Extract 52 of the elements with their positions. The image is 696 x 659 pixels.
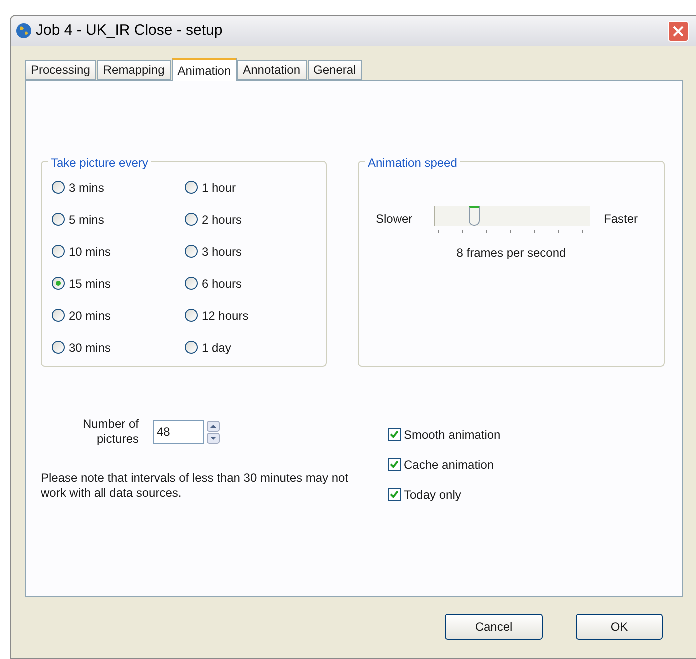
slider-thumb[interactable] <box>468 206 480 226</box>
tab[interactable]: General <box>308 60 362 80</box>
slider-label: Slower <box>376 211 414 228</box>
checkbox-option[interactable]: Today only <box>388 485 501 504</box>
number-label: Number of pictures <box>82 417 139 447</box>
number-field[interactable]: 48 <box>153 420 204 444</box>
radio-option[interactable]: 10 mins <box>52 242 185 261</box>
ok-button[interactable]: OK <box>576 614 663 640</box>
radio-option[interactable]: 5 mins <box>52 210 185 229</box>
radio-option[interactable]: 15 mins <box>52 274 185 293</box>
checkbox[interactable] <box>388 428 401 441</box>
radio-option[interactable]: 6 hours <box>185 274 318 293</box>
radio-option[interactable]: 30 mins <box>52 338 185 357</box>
note-text: Please note that intervals of less than 30 minutes may not work with all data sources. <box>41 471 350 501</box>
radio-button[interactable] <box>52 213 65 226</box>
checkbox[interactable] <box>388 488 401 501</box>
radio-button[interactable] <box>52 309 65 322</box>
tab[interactable]: Annotation <box>237 60 307 80</box>
radio-option[interactable]: 1 day <box>185 338 318 357</box>
radio-button[interactable] <box>185 277 198 290</box>
globe-icon <box>16 23 32 39</box>
slider-label: Faster <box>604 211 638 228</box>
radio-button[interactable] <box>185 245 198 258</box>
spin-up-icon[interactable] <box>207 420 220 432</box>
cancel-button[interactable]: Cancel <box>445 614 543 640</box>
radio-option[interactable]: 3 mins <box>52 178 185 197</box>
tab[interactable]: Animation <box>172 58 238 81</box>
tab[interactable]: Remapping <box>97 60 171 80</box>
radio-button[interactable] <box>185 213 198 226</box>
spin-down-icon[interactable] <box>207 432 220 444</box>
radio-button[interactable] <box>52 277 65 290</box>
close-button[interactable] <box>668 20 689 42</box>
radio-button[interactable] <box>52 181 65 194</box>
close-icon <box>673 26 684 36</box>
radio-button[interactable] <box>52 245 65 258</box>
spinner[interactable] <box>207 420 220 444</box>
tab[interactable]: Processing <box>25 60 96 80</box>
checkbox-option[interactable]: Cache animation <box>388 455 501 474</box>
radio-button[interactable] <box>185 341 198 354</box>
speed-reading: 8 frames per second <box>456 245 566 262</box>
window-title: Job 4 - UK_IR Close - setup <box>36 20 223 41</box>
radio-option[interactable]: 2 hours <box>185 210 318 229</box>
radio-option[interactable]: 3 hours <box>185 242 318 261</box>
radio-button[interactable] <box>52 341 65 354</box>
radio-button[interactable] <box>185 181 198 194</box>
checkbox[interactable] <box>388 458 401 471</box>
radio-option[interactable]: 12 hours <box>185 306 318 325</box>
radio-option[interactable]: 20 mins <box>52 306 185 325</box>
radio-button[interactable] <box>185 309 198 322</box>
radio-option[interactable]: 1 hour <box>185 178 318 197</box>
slider-track[interactable] <box>434 206 590 226</box>
checkbox-option[interactable]: Smooth animation <box>388 425 501 444</box>
